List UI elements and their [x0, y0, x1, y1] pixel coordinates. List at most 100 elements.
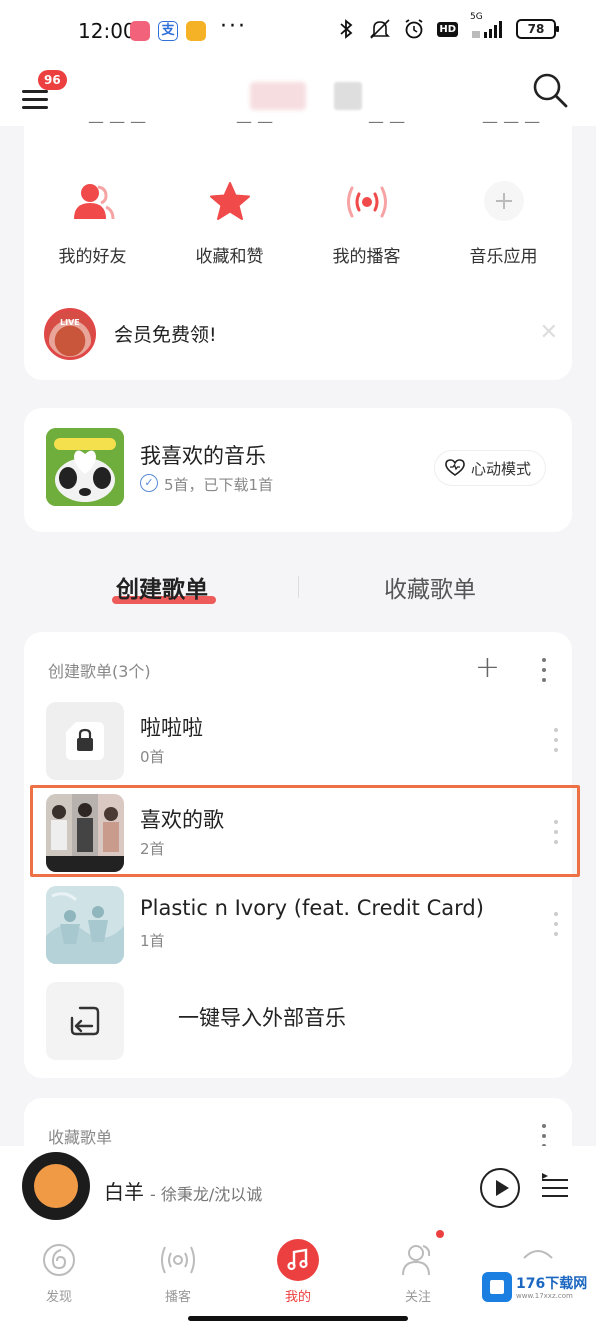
shortcut-label: 收藏和赞: [195, 247, 264, 267]
menu-icon-line: [22, 106, 48, 109]
vip-banner[interactable]: LIVE 会员免费领! ✕: [44, 306, 564, 360]
blurred-header-title: [250, 82, 306, 110]
playlist-item[interactable]: 啦啦啦 0首: [46, 698, 572, 784]
shortcut-row: 我的好友 收藏和赞 我的播客 音乐应用: [24, 176, 572, 267]
playlist-item[interactable]: Plastic n Ivory (feat. Credit Card) 1首: [46, 882, 572, 968]
playlist-more-icon[interactable]: [548, 910, 564, 938]
shortcut-friends[interactable]: 我的好友: [24, 176, 161, 267]
collected-section-header: 收藏歌单: [48, 1128, 113, 1147]
downloaded-check-icon: ✓: [140, 474, 158, 492]
mini-player[interactable]: 白羊 - 徐秉龙/沈以诚: [0, 1146, 596, 1230]
weibo-notification-icon: [186, 21, 206, 41]
mute-icon: [369, 18, 391, 40]
menu-button[interactable]: 96: [22, 70, 67, 110]
nav-mine[interactable]: 我的: [263, 1238, 333, 1305]
album-disc[interactable]: [22, 1152, 90, 1220]
playlist-tabs: 创建歌单 收藏歌单: [0, 560, 596, 620]
song-artist: - 徐秉龙/沈以诚: [150, 1185, 263, 1204]
playlist-more-icon[interactable]: [548, 726, 564, 754]
playlist-cover: [46, 886, 124, 964]
podcast-icon: [346, 186, 387, 218]
import-music-item[interactable]: 一键导入外部音乐: [46, 978, 572, 1064]
discover-icon: [43, 1244, 75, 1276]
follow-icon: [402, 1245, 431, 1276]
nav-label: 播客: [164, 1290, 191, 1305]
profile-shortcuts-card: — — — — — — — — — — — 我的好友 收藏和赞 我的播客: [24, 118, 572, 380]
nav-follow[interactable]: 关注: [383, 1238, 453, 1305]
import-music-label: 一键导入外部音乐: [178, 1006, 346, 1030]
battery-indicator: 78: [516, 19, 559, 39]
nav-label: 我的: [284, 1290, 311, 1305]
status-indicators: HD 5G 78: [335, 12, 559, 40]
podcast-icon: [161, 1246, 195, 1274]
network-label: 5G: [470, 12, 483, 22]
app-notification-icon: [130, 21, 150, 41]
vip-label: 会员免费领!: [114, 324, 217, 346]
music-note-icon: [277, 1239, 319, 1281]
site-watermark: 176下载网 www.17xxz.com: [478, 1270, 592, 1306]
play-button[interactable]: [480, 1168, 520, 1208]
menu-icon-line: [22, 98, 48, 101]
menu-notification-badge: 96: [38, 70, 67, 90]
watermark-subtext: www.17xxz.com: [516, 1292, 573, 1300]
import-icon-box: [46, 982, 124, 1060]
shortcut-music-apps[interactable]: 音乐应用: [435, 176, 572, 267]
status-time: 12:00: [78, 19, 136, 43]
playlist-count: 1首: [140, 932, 165, 950]
plus-icon: [483, 181, 524, 221]
heart-icon: [445, 459, 465, 476]
search-icon: [533, 73, 568, 108]
close-icon[interactable]: ✕: [540, 320, 558, 345]
created-section-header: 创建歌单(3个): [48, 662, 151, 681]
playlist-name: Plastic n Ivory (feat. Credit Card): [140, 896, 484, 920]
highlight-annotation: [30, 785, 580, 877]
nav-discover[interactable]: 发现: [24, 1238, 94, 1305]
bluetooth-icon: [335, 18, 357, 40]
queue-icon: [542, 1173, 568, 1197]
playlist-queue-button[interactable]: [540, 1172, 570, 1202]
signal-icon: 5G: [470, 12, 504, 40]
more-notifications-icon: ···: [220, 14, 247, 39]
shortcut-favorites[interactable]: 收藏和赞: [161, 176, 298, 267]
shortcut-podcast[interactable]: 我的播客: [298, 176, 435, 267]
liked-music-title: 我喜欢的音乐: [140, 444, 266, 468]
song-title: 白羊: [104, 1180, 144, 1204]
tab-collected-playlists[interactable]: 收藏歌单: [384, 570, 476, 604]
watermark-logo-icon: [482, 1272, 512, 1302]
menu-icon: [22, 90, 48, 93]
import-icon: [70, 1006, 100, 1036]
alarm-icon: [403, 18, 425, 40]
clipped-row-above: — — — — — — — — — — —: [88, 118, 541, 132]
heartbeat-mode-button[interactable]: 心动模式: [433, 450, 546, 486]
nav-podcast[interactable]: 播客: [143, 1238, 213, 1305]
playlist-name: 啦啦啦: [140, 716, 203, 740]
status-bar: 12:00 支 ··· HD 5G 78: [0, 0, 596, 64]
album-art: [34, 1164, 78, 1208]
watermark-text: 176下载网: [516, 1276, 588, 1292]
tab-created-playlists[interactable]: 创建歌单: [116, 570, 208, 604]
section-more-icon[interactable]: [536, 656, 552, 684]
friends-icon: [73, 184, 114, 220]
search-button[interactable]: [530, 70, 570, 110]
shortcut-label: 音乐应用: [469, 247, 538, 267]
vip-avatar-text: LIVE: [60, 318, 80, 327]
nav-label: 关注: [404, 1290, 431, 1305]
home-indicator[interactable]: [188, 1316, 408, 1321]
follow-notification-dot: [436, 1230, 444, 1238]
liked-music-card[interactable]: 我喜欢的音乐 ✓ 5首，已下载1首 心动模式: [24, 408, 572, 532]
heartbeat-mode-label: 心动模式: [470, 459, 531, 478]
star-icon: [209, 182, 250, 220]
shortcut-label: 我的播客: [332, 247, 401, 267]
lock-icon: [66, 722, 104, 760]
liked-music-subtitle: 5首，已下载1首: [164, 476, 274, 494]
top-nav: 96: [0, 64, 596, 126]
blurred-header-avatar: [334, 82, 362, 110]
shortcut-label: 我的好友: [58, 247, 127, 267]
tab-divider: [298, 576, 299, 598]
hd-icon: HD: [437, 21, 458, 37]
playlist-cover: [46, 702, 124, 780]
playlist-count: 0首: [140, 748, 165, 766]
liked-music-cover: [46, 428, 124, 506]
add-playlist-button[interactable]: +: [475, 650, 500, 685]
nav-label: 发现: [45, 1290, 72, 1305]
